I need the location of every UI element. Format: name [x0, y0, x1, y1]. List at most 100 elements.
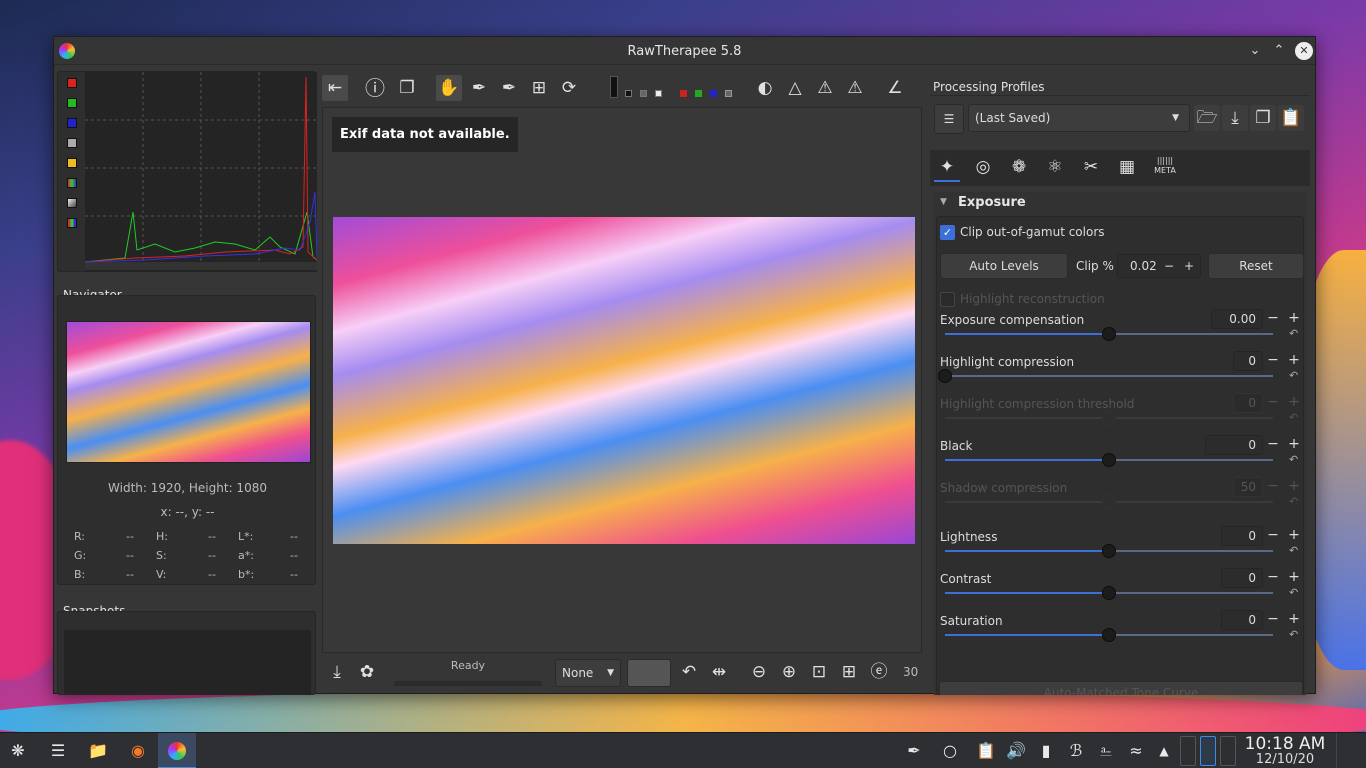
preview-gray-icon[interactable]: [640, 90, 647, 97]
preview-blue-icon[interactable]: [710, 90, 717, 97]
plus-icon[interactable]: +: [1184, 255, 1194, 277]
zoom-fit-crop-icon[interactable]: ⊞: [836, 659, 862, 685]
histogram-bar-toggle[interactable]: [67, 198, 77, 208]
minus-icon[interactable]: −: [1266, 569, 1280, 585]
histogram-raw-toggle[interactable]: [67, 178, 77, 188]
bluetooth-icon[interactable]: ℬ: [1064, 739, 1088, 763]
tab-transform[interactable]: ✂: [1078, 154, 1104, 180]
hide-right-panel-icon[interactable]: ∠: [882, 75, 908, 101]
minus-icon[interactable]: −: [1164, 255, 1174, 277]
volume-icon[interactable]: 🔊: [1004, 739, 1028, 763]
profile-list-icon[interactable]: ☰: [934, 104, 964, 134]
histogram-red-toggle[interactable]: [67, 78, 77, 88]
before-after-icon[interactable]: ❐: [394, 75, 420, 101]
collapse-icon[interactable]: ▼: [940, 197, 947, 207]
soft-proofing-button[interactable]: [627, 659, 671, 687]
histogram-mode-toggle[interactable]: [67, 218, 77, 228]
pen-icon[interactable]: ✒: [902, 739, 926, 763]
flip-icon[interactable]: ⇹: [706, 659, 732, 685]
clip-pct-field[interactable]: 0.02− +: [1117, 254, 1201, 278]
crop-icon[interactable]: ⊞: [526, 75, 552, 101]
slider-track[interactable]: [945, 327, 1273, 341]
settings-icon[interactable]: ☰: [46, 739, 70, 763]
slider-knob[interactable]: [1102, 628, 1116, 642]
plus-icon[interactable]: +: [1287, 310, 1301, 326]
close-icon[interactable]: ✕: [1295, 42, 1313, 60]
hide-left-panel-icon[interactable]: ⇤: [322, 75, 348, 101]
histogram-green-toggle[interactable]: [67, 98, 77, 108]
image-canvas[interactable]: Exif data not available.: [322, 107, 922, 653]
preview-mode-bar[interactable]: [610, 76, 618, 98]
slider-knob[interactable]: [1102, 586, 1116, 600]
desktop-1[interactable]: [1180, 736, 1196, 766]
minus-icon[interactable]: −: [1266, 310, 1280, 326]
slider-value-field[interactable]: 0: [1221, 568, 1263, 588]
zoom-in-icon[interactable]: ⊕: [776, 659, 802, 685]
zoom-fit-icon[interactable]: ⊡: [806, 659, 832, 685]
tab-exposure[interactable]: ✦: [934, 154, 960, 182]
slider-knob[interactable]: [1102, 411, 1116, 425]
highlight-warning-icon[interactable]: ⚠: [812, 75, 838, 101]
desktop-3[interactable]: [1220, 736, 1236, 766]
tab-advanced[interactable]: ⚛: [1042, 154, 1068, 180]
clock-date[interactable]: 12/10/20: [1244, 752, 1326, 767]
preview-luminance-icon[interactable]: [725, 90, 732, 97]
profile-select[interactable]: (Last Saved) ▼: [968, 104, 1190, 132]
tone-curve-button[interactable]: Auto-Matched Tone Curve: [939, 681, 1303, 695]
plus-icon[interactable]: +: [1287, 569, 1301, 585]
hand-tool-icon[interactable]: ✋: [436, 75, 462, 101]
slider-track[interactable]: [945, 495, 1273, 509]
paste-profile-icon[interactable]: 📋: [1278, 105, 1304, 131]
slider-knob[interactable]: [1102, 495, 1116, 509]
reset-icon[interactable]: ↶: [1289, 586, 1298, 599]
plus-icon[interactable]: +: [1287, 352, 1301, 368]
usb-icon[interactable]: ⎁: [1094, 739, 1118, 763]
desktop-2[interactable]: [1200, 736, 1216, 766]
slider-knob[interactable]: [1102, 544, 1116, 558]
tab-metadata[interactable]: |||||| META: [1152, 156, 1178, 176]
slider-knob[interactable]: [1102, 327, 1116, 341]
minus-icon[interactable]: −: [1266, 527, 1280, 543]
color-management-select[interactable]: None ▼: [555, 659, 621, 687]
copy-profile-icon[interactable]: ❐: [1250, 105, 1276, 131]
minus-icon[interactable]: −: [1266, 394, 1280, 410]
tab-raw[interactable]: ▦: [1114, 154, 1140, 180]
maximize-icon[interactable]: ⌃: [1270, 42, 1288, 60]
slider-value-field[interactable]: 0.00: [1211, 309, 1263, 329]
shadow-clip-icon[interactable]: △: [782, 75, 808, 101]
main-image[interactable]: [333, 217, 915, 544]
slider-value-field[interactable]: 50: [1233, 477, 1263, 497]
show-desktop-button[interactable]: [1336, 733, 1366, 768]
auto-levels-button[interactable]: Auto Levels: [940, 253, 1068, 279]
preview-red-icon[interactable]: [680, 90, 687, 97]
slider-value-field[interactable]: 0: [1221, 526, 1263, 546]
straighten-icon[interactable]: ⟳: [556, 75, 582, 101]
tab-detail[interactable]: ◎: [970, 154, 996, 180]
rotate-left-icon[interactable]: ↶: [676, 659, 702, 685]
focus-mask-icon[interactable]: ◐: [752, 75, 778, 101]
slider-track[interactable]: [938, 369, 1273, 383]
slider-track[interactable]: [945, 453, 1273, 467]
slider-knob[interactable]: [938, 369, 952, 383]
slider-value-field[interactable]: 0: [1233, 351, 1263, 371]
battery-icon[interactable]: ▮: [1034, 739, 1058, 763]
minus-icon[interactable]: −: [1266, 436, 1280, 452]
highlight-recon-checkbox[interactable]: [940, 292, 955, 307]
firefox-icon[interactable]: ◉: [126, 739, 150, 763]
reset-icon[interactable]: ↶: [1289, 411, 1298, 424]
save-profile-icon[interactable]: ⤓: [1222, 105, 1248, 131]
save-image-icon[interactable]: ⤓: [324, 659, 350, 685]
app-launcher-icon[interactable]: ❋: [6, 739, 30, 763]
slider-track[interactable]: [945, 586, 1273, 600]
slider-value-field[interactable]: 0: [1205, 435, 1263, 455]
reset-icon[interactable]: ↶: [1289, 628, 1298, 641]
slider-value-field[interactable]: 0: [1233, 393, 1263, 413]
preview-green-icon[interactable]: [695, 90, 702, 97]
circle-icon[interactable]: ○: [938, 739, 962, 763]
minus-icon[interactable]: −: [1266, 611, 1280, 627]
reset-icon[interactable]: ↶: [1289, 369, 1298, 382]
snapshots-list[interactable]: [64, 630, 311, 694]
plus-icon[interactable]: +: [1287, 611, 1301, 627]
histogram-blue-toggle[interactable]: [67, 118, 77, 128]
tray-expand-icon[interactable]: ▲: [1152, 739, 1176, 763]
